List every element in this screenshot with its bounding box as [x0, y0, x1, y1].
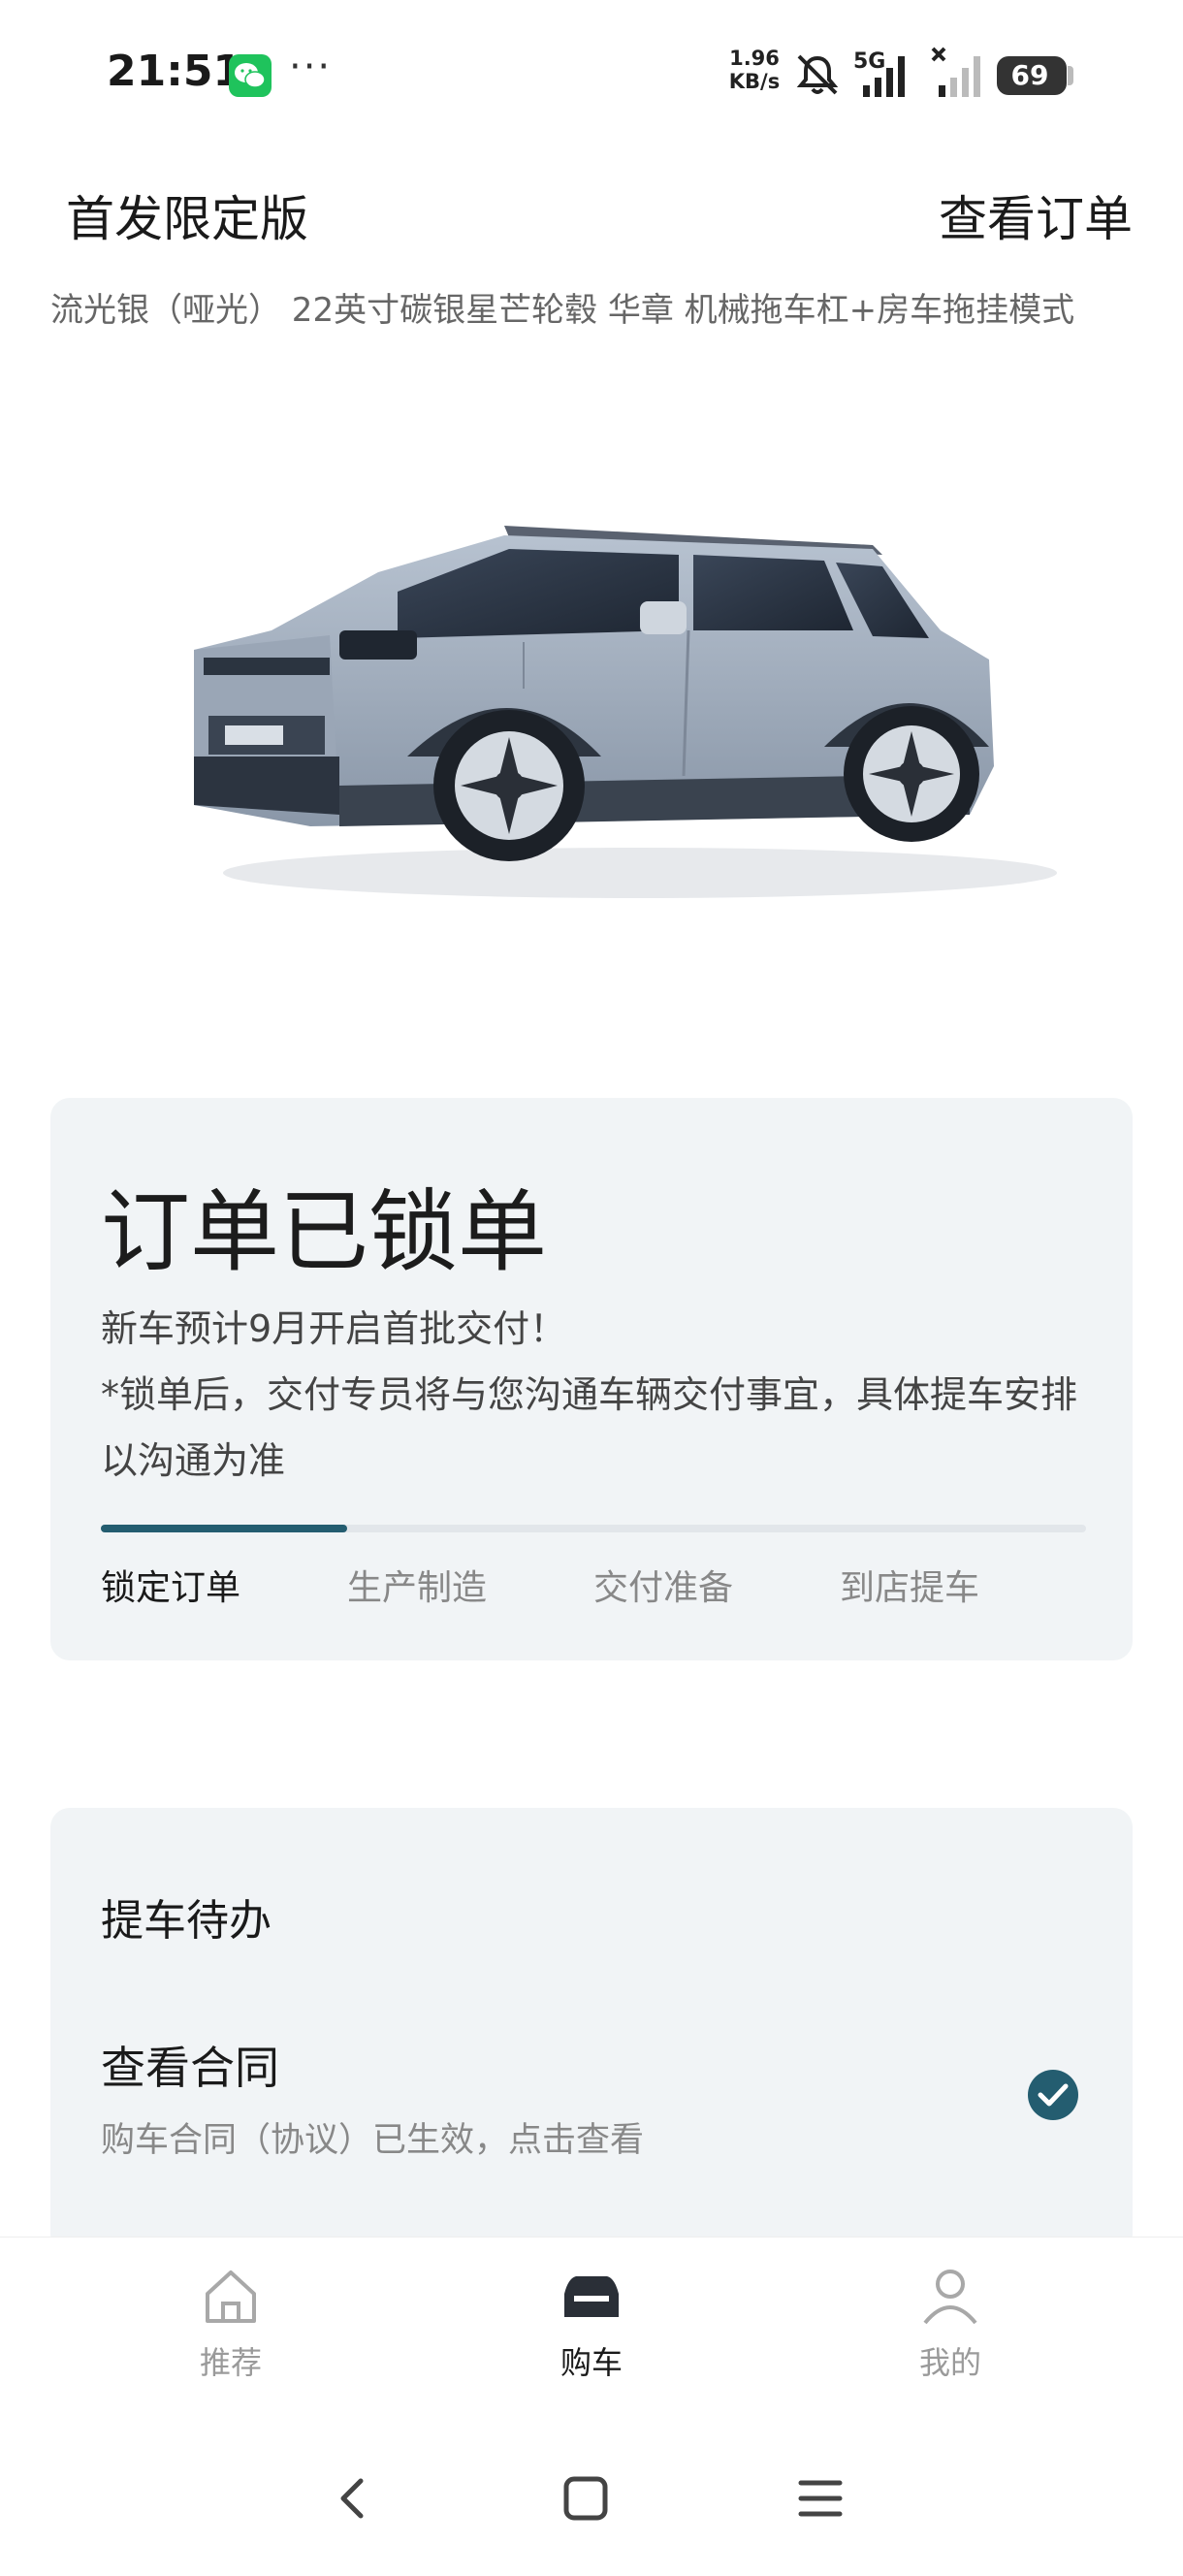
back-icon	[340, 2478, 364, 2519]
user-icon	[923, 2270, 977, 2325]
nav-item-mine[interactable]: 我的	[853, 2238, 1047, 2383]
nav-item-buy-car[interactable]: 购车	[495, 2238, 688, 2383]
nav-label-recommend: 推荐	[199, 2344, 262, 2381]
app-screen: 21:51 ··· 1.96 KB/s 5G 69 首发限定版 查看订单 流光银…	[0, 0, 1183, 2576]
status-time: 21:51	[107, 47, 243, 96]
home-button[interactable]	[547, 2454, 624, 2541]
view-contract-subtitle[interactable]: 购车合同（协议）已生效，点击查看	[101, 2112, 644, 2162]
nav-item-recommend[interactable]: 推荐	[134, 2238, 328, 2383]
battery-cap	[1068, 66, 1073, 85]
view-order-link[interactable]: 查看订单	[939, 180, 1133, 250]
order-status-card: 订单已锁单 新车预计9月开启首批交付！ *锁单后，交付专员将与您沟通车辆交付事宜…	[50, 1098, 1133, 1660]
battery-icon: 69	[997, 56, 1067, 95]
page-title: 首发限定版	[66, 191, 308, 247]
mute-bell-icon	[796, 54, 839, 95]
view-contract-title[interactable]: 查看合同	[101, 2033, 279, 2097]
wechat-icon	[229, 54, 272, 97]
network-label: 5G	[853, 49, 885, 74]
order-status-description: 新车预计9月开启首批交付！ *锁单后，交付专员将与您沟通车辆交付事宜，具体提车安…	[101, 1296, 1090, 1494]
network-speed-unit: KB/s	[728, 70, 781, 93]
order-progress-fill	[101, 1525, 347, 1532]
order-progress-track	[101, 1525, 1086, 1532]
more-dots-icon: ···	[289, 45, 333, 89]
status-bar: 21:51 ··· 1.96 KB/s 5G 69	[0, 0, 1183, 145]
nav-label-mine: 我的	[918, 2344, 981, 2381]
signal-icon	[931, 47, 980, 97]
check-circle-icon	[1028, 2070, 1078, 2120]
network-speed: 1.96 KB/s	[725, 47, 783, 93]
network-speed-value: 1.96	[729, 47, 780, 70]
car-image	[194, 526, 1057, 898]
step-delivery-prep: 交付准备	[593, 1568, 734, 1608]
menu-button[interactable]	[782, 2454, 859, 2541]
back-button[interactable]	[314, 2454, 392, 2541]
home-square-icon	[563, 2476, 608, 2521]
delivery-estimate: 新车预计9月开启首批交付！	[101, 1307, 567, 1350]
home-icon	[206, 2270, 256, 2323]
step-production: 生产制造	[347, 1568, 488, 1608]
delivery-note: *锁单后，交付专员将与您沟通车辆交付事宜，具体提车安排以沟通为准	[101, 1373, 1078, 1482]
pickup-todo-title: 提车待办	[101, 1896, 272, 1946]
nav-label-buy-car: 购车	[560, 2344, 623, 2381]
config-summary: 流光银（哑光） 22英寸碳银星芒轮毂 华章 机械拖车杠+房车拖挂模式	[50, 291, 1075, 330]
battery-level: 69	[1010, 59, 1049, 91]
order-steps: 锁定订单 生产制造 交付准备 到店提车	[101, 1560, 1086, 1618]
pickup-todo-card: 提车待办 查看合同 购车合同（协议）已生效，点击查看	[50, 1808, 1133, 2254]
signal-5g-icon: 5G	[853, 49, 905, 97]
step-lock-order: 锁定订单	[101, 1568, 241, 1608]
menu-icon	[798, 2480, 843, 2517]
order-status-title: 订单已锁单	[101, 1180, 548, 1284]
system-nav-bar	[0, 2454, 1183, 2541]
step-store-pickup: 到店提车	[840, 1568, 980, 1608]
car-icon	[564, 2276, 619, 2317]
